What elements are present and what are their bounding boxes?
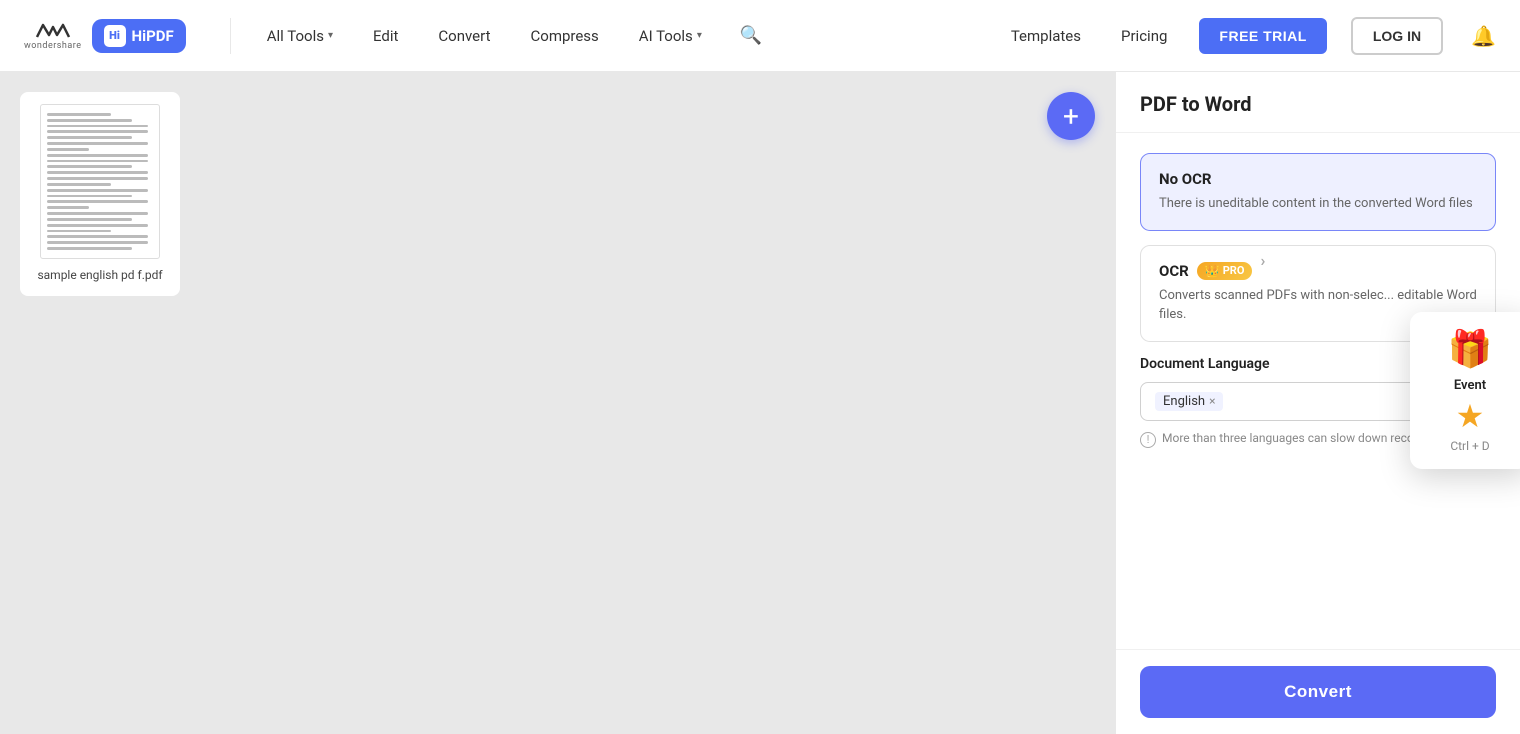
file-preview [40, 104, 160, 259]
nav-templates[interactable]: Templates [1003, 21, 1089, 51]
chevron-down-icon-ai: ▾ [697, 30, 702, 41]
navbar: wondershare Hi HiPDF All Tools ▾ Edit Co… [0, 0, 1520, 72]
hipdf-badge[interactable]: Hi HiPDF [92, 19, 186, 53]
text-line [47, 119, 132, 122]
text-line [47, 177, 148, 180]
logo-area: wondershare Hi HiPDF [24, 19, 186, 53]
text-line [47, 230, 111, 233]
tooltip-event-label: Event [1454, 378, 1486, 393]
hipdf-icon: Hi [104, 25, 126, 47]
text-line [47, 195, 132, 198]
hipdf-label: HiPDF [132, 27, 174, 45]
file-name: sample english pd f.pdf [37, 267, 162, 284]
text-line [47, 148, 89, 151]
pro-badge: 👑 PRO [1197, 262, 1253, 280]
no-ocr-title: No OCR [1159, 170, 1477, 188]
nav-convert[interactable]: Convert [430, 21, 498, 51]
text-line [47, 247, 132, 250]
text-line [47, 130, 148, 133]
crown-icon: 👑 [1205, 264, 1220, 278]
convert-button[interactable]: Convert [1140, 666, 1496, 718]
text-line [47, 136, 132, 139]
content-area: + [0, 72, 1115, 734]
no-ocr-desc: There is uneditable content in the conve… [1159, 194, 1477, 214]
wondershare-logo-icon [35, 21, 71, 41]
file-card[interactable]: sample english pd f.pdf [20, 92, 180, 296]
floating-tooltip: 🎁 Event ★ Ctrl + D [1410, 312, 1520, 469]
text-line [47, 206, 89, 209]
text-line [47, 171, 148, 174]
text-line [47, 125, 148, 128]
bell-icon[interactable]: 🔔 [1471, 24, 1496, 48]
text-line [47, 189, 148, 192]
text-line [47, 165, 132, 168]
wondershare-logo: wondershare [24, 21, 82, 51]
text-line [47, 235, 148, 238]
ocr-title: OCR 👑 PRO › [1159, 262, 1477, 280]
text-line [47, 241, 148, 244]
nav-ai-tools[interactable]: AI Tools ▾ [631, 21, 710, 51]
text-line [47, 160, 148, 163]
panel-title: PDF to Word [1116, 72, 1520, 133]
arrow-right-icon: › [1260, 251, 1265, 270]
nav-pricing[interactable]: Pricing [1113, 21, 1175, 51]
right-panel: PDF to Word No OCR There is uneditable c… [1115, 72, 1520, 734]
text-line [47, 212, 148, 215]
chevron-down-icon: ▾ [328, 30, 333, 41]
text-line [47, 200, 148, 203]
nav-edit[interactable]: Edit [365, 21, 406, 51]
brand-text: wondershare [24, 41, 82, 51]
info-icon: ! [1140, 432, 1156, 448]
lang-tag-english: English × [1155, 392, 1223, 411]
free-trial-button[interactable]: FREE TRIAL [1199, 18, 1326, 54]
main-layout: + [0, 72, 1520, 734]
text-line [47, 218, 132, 221]
convert-btn-area: Convert [1116, 649, 1520, 734]
text-line [47, 113, 111, 116]
nav-divider [230, 18, 231, 54]
text-line [47, 142, 148, 145]
no-ocr-card[interactable]: No OCR There is uneditable content in th… [1140, 153, 1496, 231]
login-button[interactable]: LOG IN [1351, 17, 1443, 55]
tooltip-shortcut: Ctrl + D [1450, 439, 1489, 453]
add-file-button[interactable]: + [1047, 92, 1095, 140]
text-line [47, 154, 148, 157]
star-icon: ★ [1456, 397, 1485, 435]
nav-compress[interactable]: Compress [523, 21, 607, 51]
gift-icon: 🎁 [1448, 328, 1493, 370]
text-line [47, 183, 111, 186]
nav-all-tools[interactable]: All Tools ▾ [259, 21, 341, 51]
close-icon[interactable]: × [1209, 394, 1215, 408]
search-icon[interactable]: 🔍 [734, 19, 768, 52]
text-line [47, 224, 148, 227]
